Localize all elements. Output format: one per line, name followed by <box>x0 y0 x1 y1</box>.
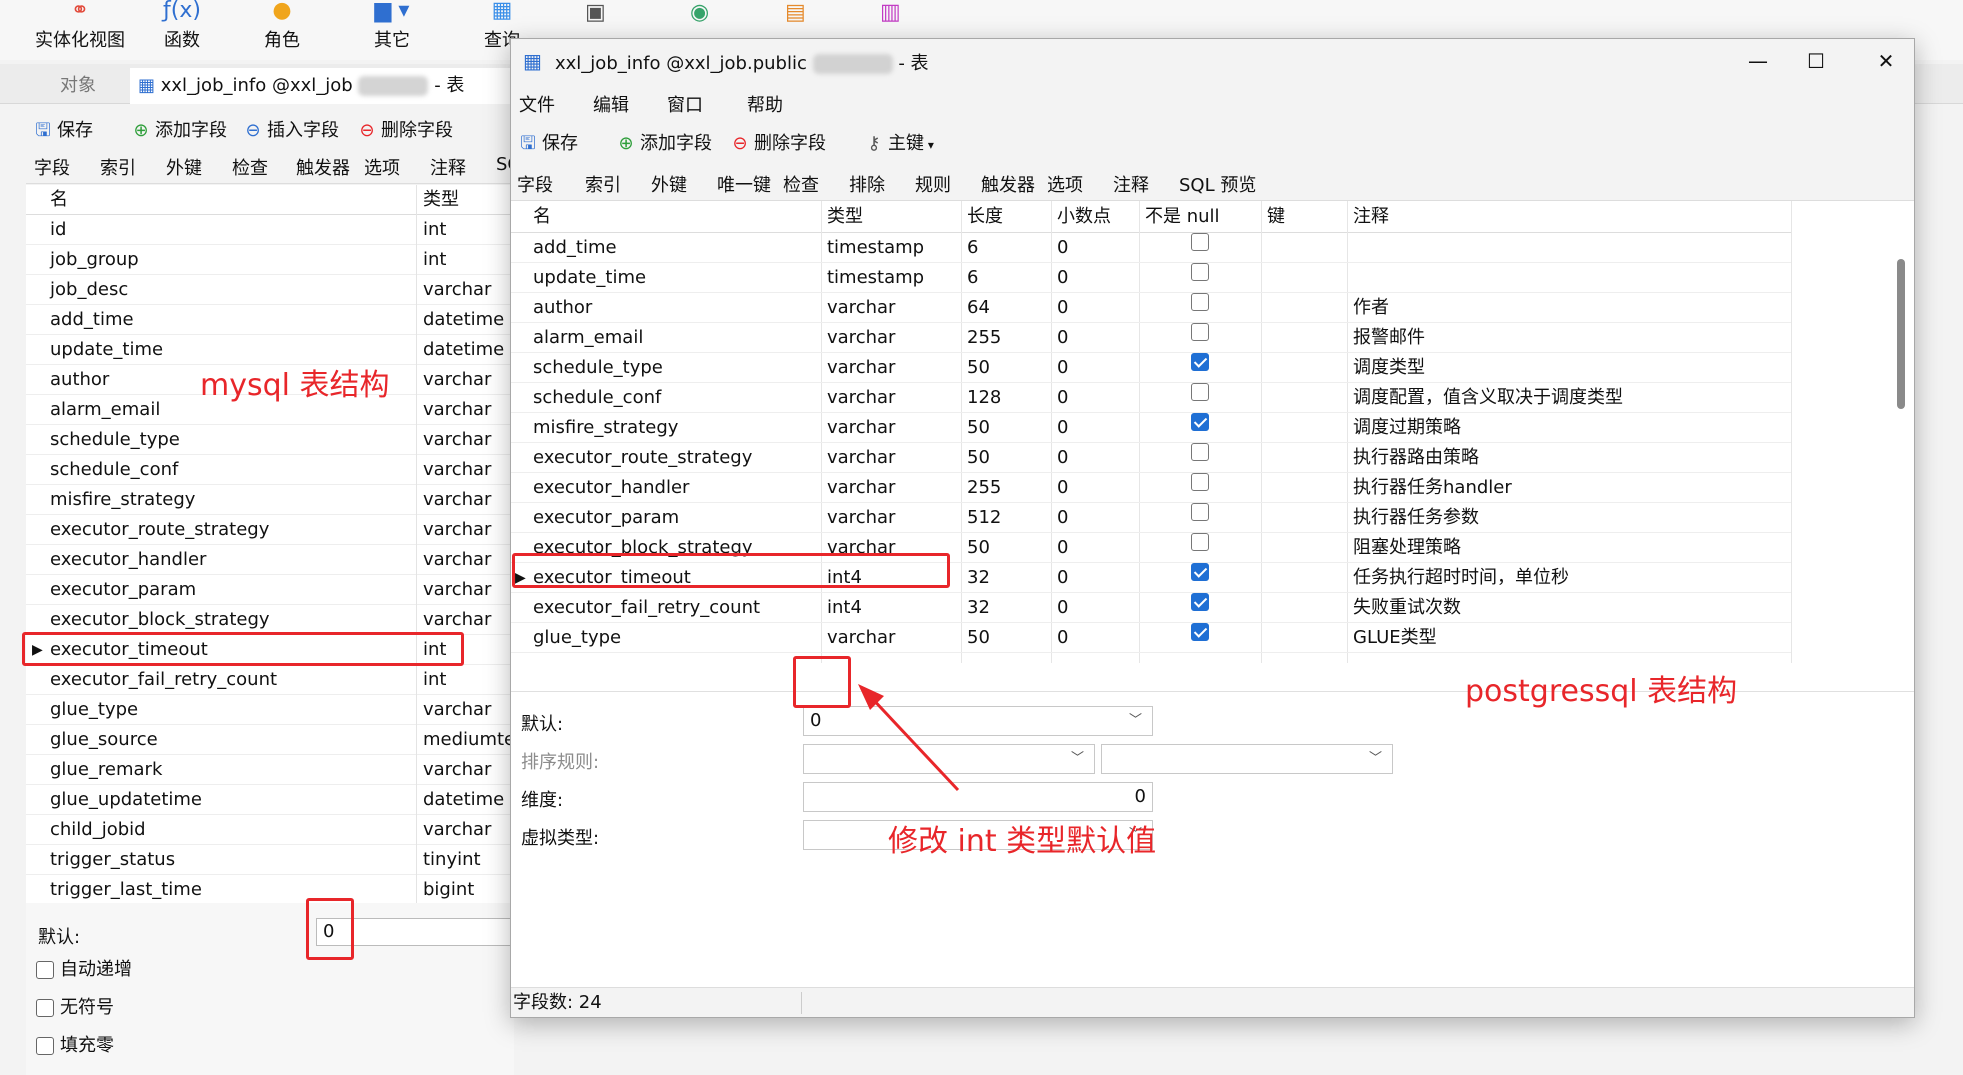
annotation-arrow <box>858 684 960 792</box>
